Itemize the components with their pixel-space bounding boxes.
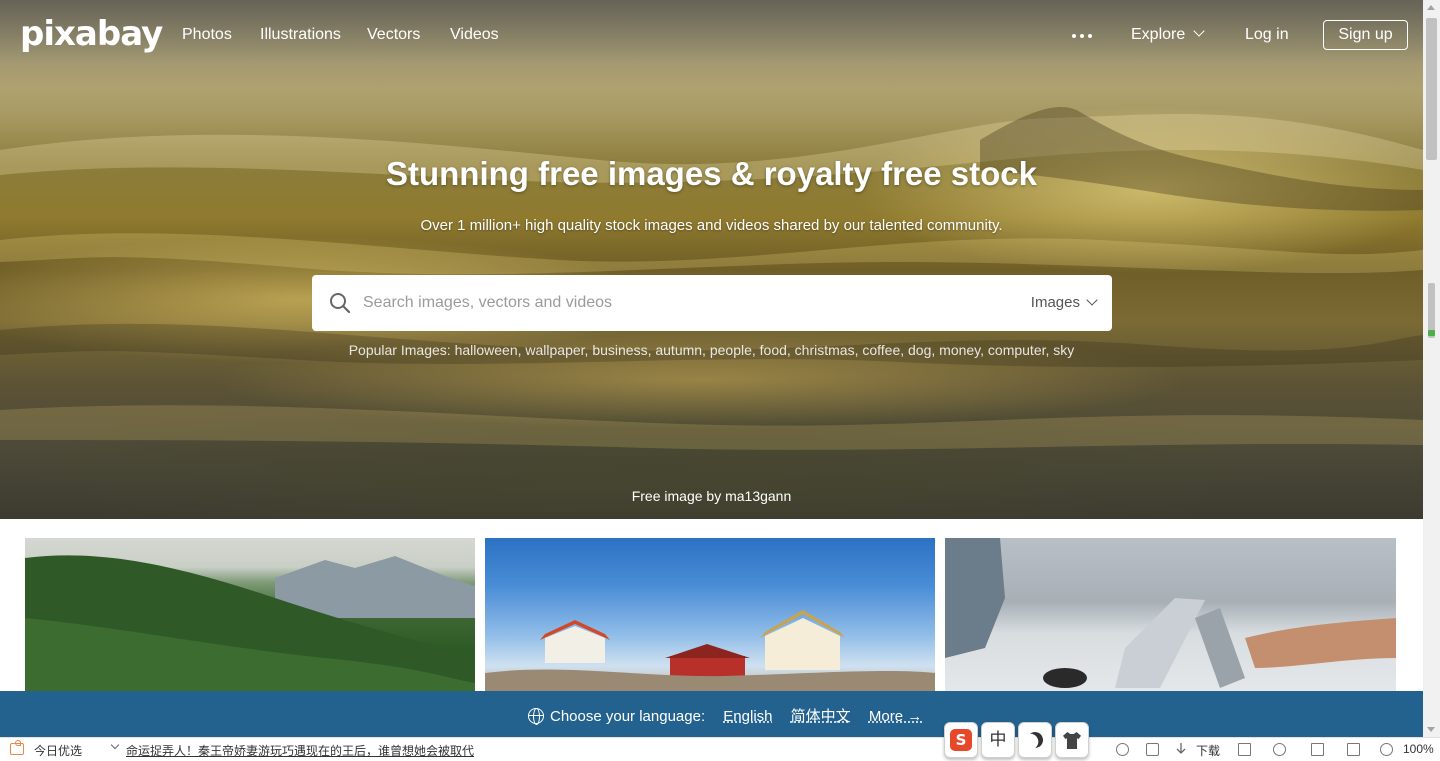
thumbnail-forest[interactable]: [25, 538, 475, 698]
zoom-search-icon[interactable]: [1380, 743, 1393, 756]
hero-subtitle: Over 1 million+ high quality stock image…: [420, 217, 1003, 234]
search-type-select[interactable]: Images: [1030, 294, 1098, 311]
popular-terms[interactable]: halloween, wallpaper, business, autumn, …: [455, 342, 1075, 358]
sogou-ime-button[interactable]: S: [944, 722, 978, 758]
download-icon[interactable]: [1176, 743, 1186, 755]
login-link[interactable]: Log in: [1245, 26, 1289, 44]
ime-language-button[interactable]: 中: [981, 722, 1015, 758]
globe-icon: [528, 708, 544, 725]
search-input[interactable]: [362, 275, 1002, 331]
laptop-work-image: [945, 538, 1396, 688]
sogou-logo-icon: S: [950, 729, 972, 751]
pixabay-logo[interactable]: pixabay: [20, 14, 163, 54]
forest-mountains-image: [25, 555, 475, 698]
scrollbar-thumb[interactable]: [1426, 18, 1437, 160]
image-credit[interactable]: Free image by ma13gann: [0, 488, 1423, 504]
download-label[interactable]: 下载: [1196, 742, 1220, 759]
today-picks-link[interactable]: 今日优选: [34, 742, 82, 759]
hero-background-image: [0, 107, 1423, 450]
vertical-scrollbar[interactable]: [1423, 0, 1440, 737]
explore-label: Explore: [1131, 26, 1186, 43]
scroll-up-icon[interactable]: [1427, 5, 1435, 10]
news-ticker-link[interactable]: 命运捉弄人！秦王帝娇妻游玩巧遇现在的王后，谁曾想她会被取代: [126, 742, 474, 759]
ime-skin-button[interactable]: [1055, 722, 1089, 758]
ime-night-mode-button[interactable]: [1018, 722, 1052, 758]
coastal-houses-image: [485, 610, 935, 698]
chevron-down-icon[interactable]: [110, 740, 120, 750]
language-label: Choose your language:: [550, 708, 706, 725]
scroll-down-icon[interactable]: [1427, 727, 1435, 732]
signup-button[interactable]: Sign up: [1323, 20, 1408, 50]
ie-icon[interactable]: [1273, 743, 1286, 756]
top-nav: pixabay Photos Illustrations Vectors Vid…: [0, 0, 1423, 70]
scroll-marker: [1428, 330, 1435, 336]
zoom-level[interactable]: 100%: [1403, 742, 1434, 756]
language-english[interactable]: English: [723, 708, 772, 725]
browser-status-bar: 今日优选 命运捉弄人！秦王帝娇妻游玩巧遇现在的王后，谁曾想她会被取代 下载 10…: [0, 737, 1440, 761]
nav-photos[interactable]: Photos: [182, 26, 232, 44]
flag-icon[interactable]: [1238, 743, 1251, 756]
language-more[interactable]: More →: [869, 708, 922, 725]
hero-title: Stunning free images & royalty free stoc…: [385, 155, 1038, 192]
nav-vectors[interactable]: Vectors: [367, 26, 420, 44]
thumbnail-laptop[interactable]: [945, 538, 1396, 698]
gift-icon[interactable]: [10, 740, 24, 755]
explore-menu[interactable]: Explore: [1131, 25, 1205, 44]
window-icon[interactable]: [1311, 743, 1324, 756]
shirt-icon: [1063, 732, 1081, 749]
chevron-down-icon: [1086, 294, 1098, 306]
language-bar: Choose your language: English 简体中文 More …: [0, 691, 1423, 737]
search-box: Images: [312, 275, 1112, 331]
nav-illustrations[interactable]: Illustrations: [260, 26, 341, 44]
browser-icon[interactable]: [1116, 743, 1129, 756]
hero-section: pixabay Photos Illustrations Vectors Vid…: [0, 0, 1423, 519]
browser-viewport: pixabay Photos Illustrations Vectors Vid…: [0, 0, 1423, 737]
popular-label: Popular Images:: [348, 342, 451, 358]
search-icon[interactable]: [329, 292, 351, 314]
volume-icon[interactable]: [1347, 743, 1360, 756]
language-chinese[interactable]: 简体中文: [791, 708, 851, 725]
thumbnail-houses[interactable]: [485, 538, 935, 698]
chevron-down-icon: [1193, 25, 1205, 37]
popular-searches: Popular Images: halloween, wallpaper, bu…: [0, 342, 1423, 358]
pin-icon[interactable]: [1146, 743, 1159, 756]
search-type-label: Images: [1030, 294, 1080, 311]
more-dots-icon[interactable]: [1071, 22, 1093, 48]
nav-videos[interactable]: Videos: [450, 26, 499, 44]
moon-icon: [1025, 730, 1046, 751]
